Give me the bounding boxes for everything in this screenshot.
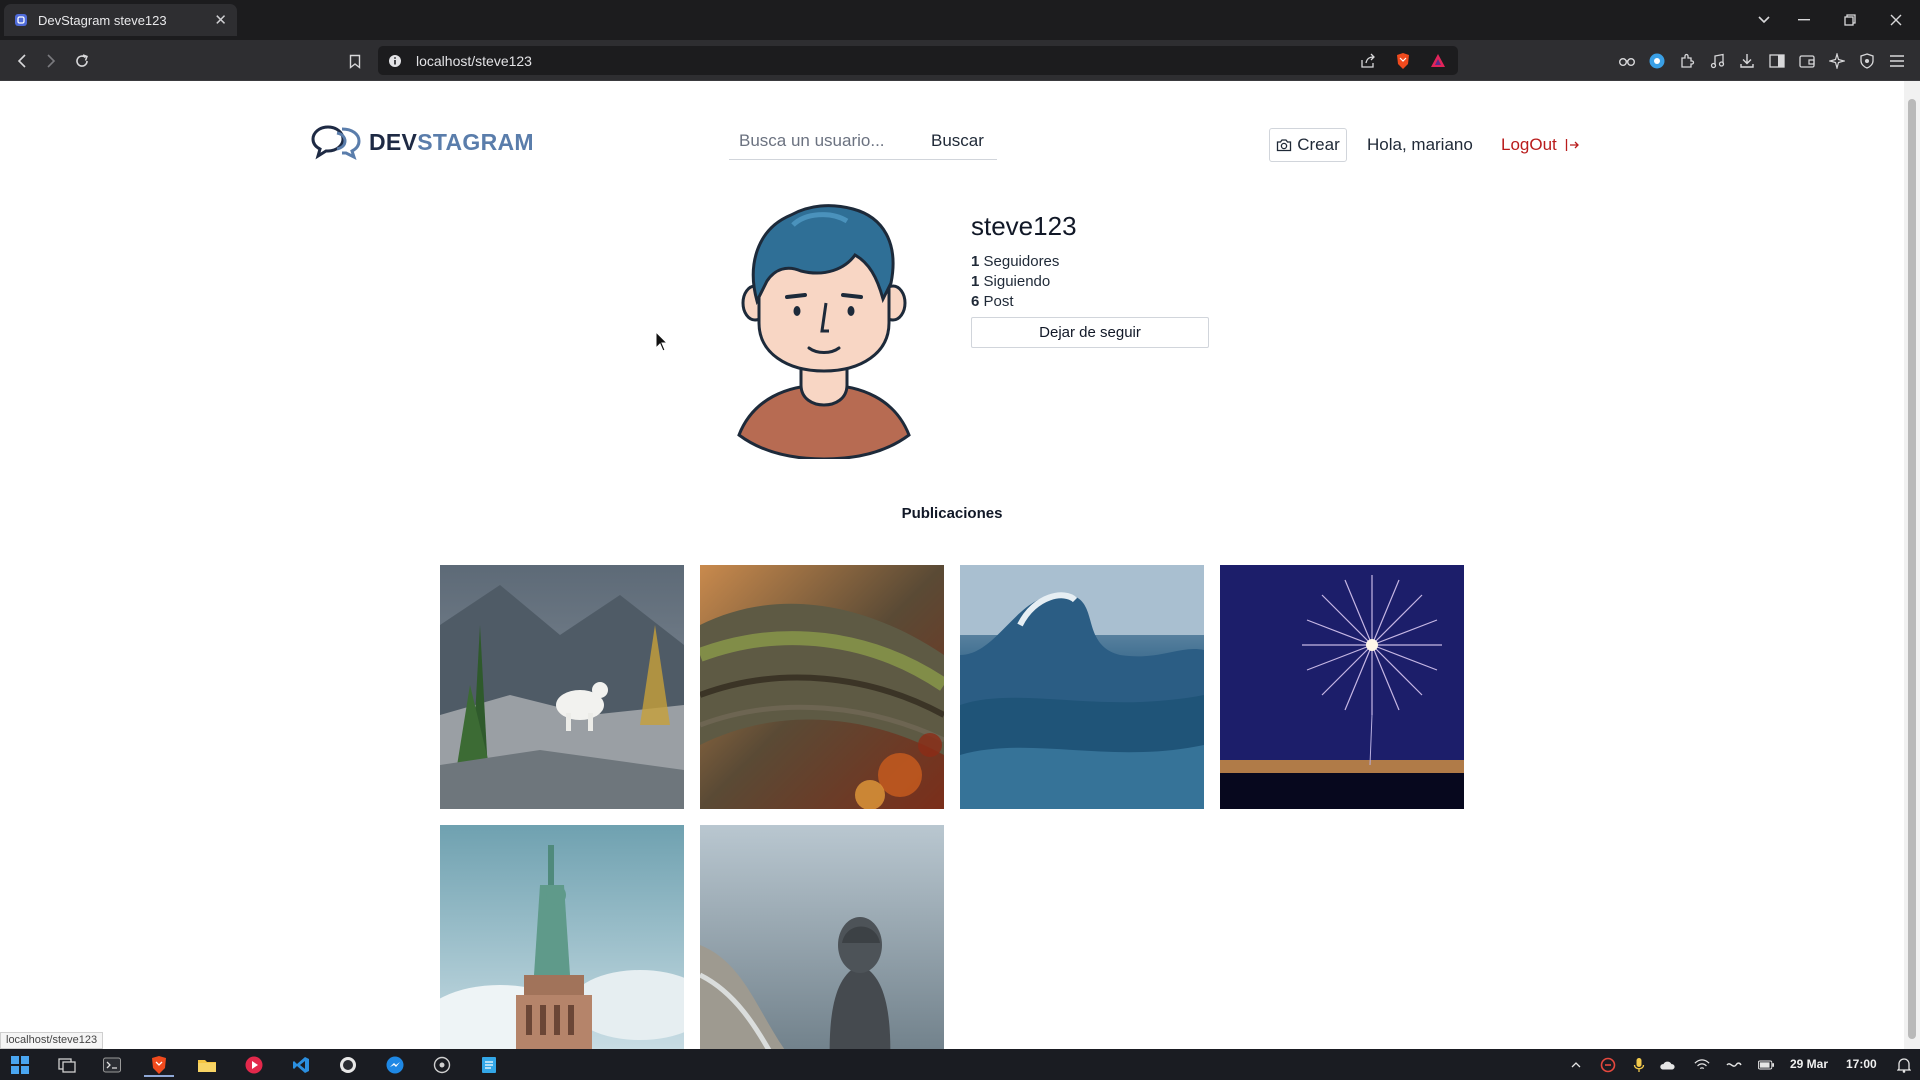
search-button[interactable]: Buscar bbox=[931, 131, 984, 151]
tray-app-icon[interactable] bbox=[1600, 1057, 1616, 1073]
post-thumbnail-log[interactable] bbox=[700, 565, 944, 809]
close-window-icon[interactable] bbox=[1882, 8, 1910, 32]
address-bar[interactable]: localhost/steve123 bbox=[378, 46, 1458, 75]
post-thumbnail-wave[interactable] bbox=[960, 565, 1204, 809]
sidebar-icon[interactable] bbox=[1767, 51, 1787, 71]
restore-icon[interactable] bbox=[1836, 8, 1864, 32]
chat-bubbles-logo-icon bbox=[311, 125, 361, 160]
followers-label: Seguidores bbox=[983, 253, 1060, 270]
following-stat: 1 Siguiendo bbox=[971, 273, 1050, 290]
microphone-icon[interactable] bbox=[1631, 1057, 1647, 1073]
posts-label: Post bbox=[983, 293, 1014, 310]
mouse-cursor-icon bbox=[655, 331, 669, 352]
browser-tab-bar: DevStagram steve123 ✕ bbox=[0, 0, 1920, 40]
following-label: Siguiendo bbox=[983, 273, 1051, 290]
onedrive-icon[interactable] bbox=[1659, 1057, 1675, 1073]
wifi-icon[interactable] bbox=[1694, 1057, 1710, 1073]
share-icon[interactable] bbox=[1358, 51, 1378, 71]
search-input[interactable] bbox=[729, 131, 919, 151]
taskbar-date[interactable]: 29 Mar bbox=[1790, 1057, 1828, 1071]
posts-count: 6 bbox=[971, 293, 980, 310]
battery-icon[interactable] bbox=[1758, 1057, 1774, 1073]
brave-browser-icon[interactable] bbox=[144, 1053, 174, 1077]
task-view-icon[interactable] bbox=[55, 1053, 79, 1077]
media-player-icon[interactable] bbox=[242, 1053, 266, 1077]
logo-link[interactable]: DEVSTAGRAM bbox=[311, 124, 534, 160]
notepad-icon[interactable] bbox=[477, 1053, 501, 1077]
reload-icon[interactable] bbox=[69, 48, 95, 74]
back-icon[interactable] bbox=[9, 48, 35, 74]
page-scrollbar[interactable] bbox=[1904, 81, 1920, 1049]
bookmark-icon[interactable] bbox=[342, 48, 368, 74]
unfollow-button[interactable]: Dejar de seguir bbox=[971, 317, 1209, 348]
music-icon[interactable] bbox=[1707, 51, 1727, 71]
create-button-label: Crear bbox=[1297, 135, 1340, 154]
messenger-app-icon[interactable] bbox=[383, 1053, 407, 1077]
scrollbar-thumb[interactable] bbox=[1908, 99, 1916, 1039]
wallet-icon[interactable] bbox=[1797, 51, 1817, 71]
browser-toolbar: localhost/steve123 bbox=[0, 40, 1920, 81]
followers-count: 1 bbox=[971, 253, 980, 270]
tab-list-icon[interactable] bbox=[1750, 8, 1778, 32]
post-thumbnail-fireworks[interactable] bbox=[1220, 565, 1464, 809]
posts-stat: 6 Post bbox=[971, 293, 1014, 310]
terminal-icon[interactable] bbox=[100, 1053, 124, 1077]
forward-icon[interactable] bbox=[38, 48, 64, 74]
profile-username: steve123 bbox=[971, 211, 1077, 241]
taskbar-time[interactable]: 17:00 bbox=[1846, 1057, 1877, 1071]
vpn-icon[interactable] bbox=[1647, 51, 1667, 71]
post-thumbnail-statue-of-liberty[interactable] bbox=[440, 825, 684, 1049]
url-text: localhost/steve123 bbox=[416, 52, 532, 69]
page-content: DEVSTAGRAM Buscar Crear Hola, mariano Lo… bbox=[0, 81, 1904, 1049]
post-thumbnail-hooded-person-beach[interactable] bbox=[700, 825, 944, 1049]
download-icon[interactable] bbox=[1737, 51, 1757, 71]
os-taskbar: 29 Mar 17:00 bbox=[0, 1049, 1920, 1080]
extensions-icon[interactable] bbox=[1677, 51, 1697, 71]
minimize-icon[interactable] bbox=[1790, 8, 1818, 32]
search-form: Buscar bbox=[729, 123, 997, 160]
logout-arrow-icon bbox=[1565, 139, 1579, 151]
post-thumbnail-mountain-goat[interactable] bbox=[440, 565, 684, 809]
logout-label: LogOut bbox=[1501, 135, 1557, 154]
user-greeting[interactable]: Hola, mariano bbox=[1367, 135, 1473, 155]
file-explorer-icon[interactable] bbox=[195, 1053, 219, 1077]
create-button[interactable]: Crear bbox=[1269, 128, 1347, 162]
active-app-indicator bbox=[144, 1075, 174, 1077]
brave-shield-icon[interactable] bbox=[1393, 51, 1413, 71]
following-count: 1 bbox=[971, 273, 980, 290]
privacy-shield-icon[interactable] bbox=[1857, 51, 1877, 71]
brave-rewards-icon[interactable] bbox=[1428, 51, 1448, 71]
windows-start-icon[interactable] bbox=[8, 1053, 32, 1077]
whatsapp-icon[interactable] bbox=[336, 1053, 360, 1077]
tab-close-icon[interactable]: ✕ bbox=[214, 13, 227, 28]
status-bar-url: localhost/steve123 bbox=[0, 1032, 104, 1049]
site-info-icon[interactable] bbox=[388, 54, 402, 68]
leo-ai-icon[interactable] bbox=[1827, 51, 1847, 71]
reader-mode-icon[interactable] bbox=[1617, 51, 1637, 71]
camera-icon bbox=[1277, 139, 1292, 152]
vscode-icon[interactable] bbox=[289, 1053, 313, 1077]
logout-button[interactable]: LogOut bbox=[1501, 135, 1579, 155]
network-icon[interactable] bbox=[1726, 1057, 1742, 1073]
posts-section-title: Publicaciones bbox=[901, 505, 1003, 522]
logo-dev-text: DEV bbox=[369, 128, 418, 155]
profile-avatar bbox=[737, 204, 911, 459]
notification-bell-icon[interactable] bbox=[1896, 1057, 1912, 1073]
github-desktop-icon[interactable] bbox=[430, 1053, 454, 1077]
followers-stat: 1 Seguidores bbox=[971, 253, 1059, 270]
menu-icon[interactable] bbox=[1887, 51, 1907, 71]
favicon-icon bbox=[15, 14, 27, 26]
logo-stagram-text: STAGRAM bbox=[417, 128, 534, 155]
tray-chevron-up-icon[interactable] bbox=[1568, 1057, 1584, 1073]
browser-tab[interactable]: DevStagram steve123 ✕ bbox=[4, 4, 237, 36]
tab-title: DevStagram steve123 bbox=[38, 12, 167, 28]
